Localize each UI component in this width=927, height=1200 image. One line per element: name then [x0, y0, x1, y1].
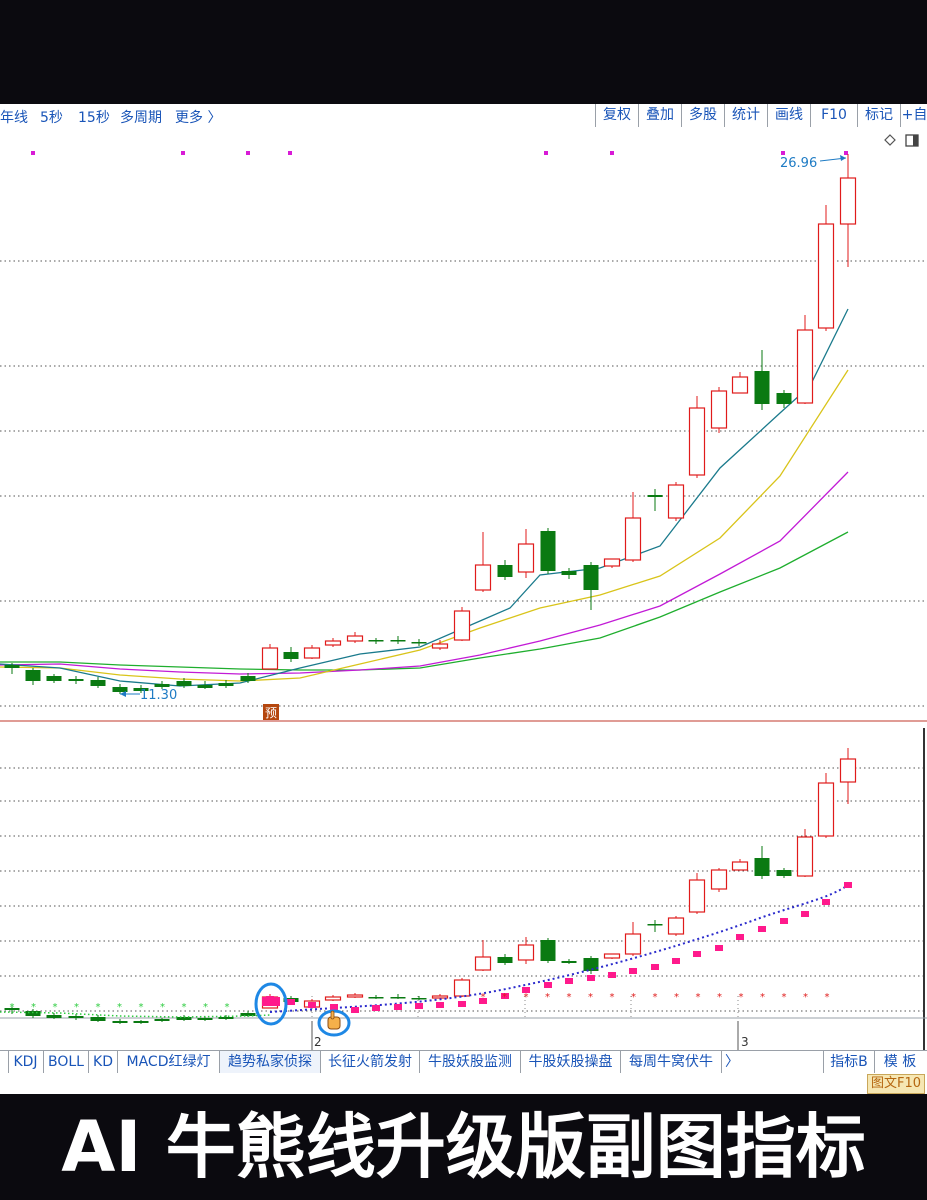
graphic-f10-button[interactable]: 图文F10 [866, 1074, 925, 1094]
svg-text:*: * [825, 992, 830, 1003]
svg-text:*: * [182, 1002, 187, 1013]
svg-text:*: * [160, 1002, 165, 1013]
banner-title: AI 牛熊线升级版副图指标 [61, 1106, 866, 1188]
more-menu[interactable]: 更多 〉 [175, 107, 221, 127]
tab-macd-traffic-light[interactable]: MACD红绿灯 [118, 1051, 220, 1073]
svg-text:*: * [96, 1002, 101, 1013]
add-custom-button[interactable]: +自 [900, 104, 927, 127]
title-banner: AI 牛熊线升级版副图指标 [0, 1094, 927, 1200]
top-black-bar [0, 0, 927, 104]
pre-marker: 预 [263, 704, 279, 720]
svg-text:*: * [139, 1002, 144, 1013]
low-price-label: 11.30 [140, 688, 177, 703]
svg-text:*: * [53, 1002, 58, 1013]
tab-rocket-launch[interactable]: 长征火箭发射 [321, 1051, 420, 1073]
f10-row: 图文F10 [0, 1073, 927, 1094]
svg-text:*: * [524, 992, 529, 1003]
tab-bull-stock-trade[interactable]: 牛股妖股操盘 [521, 1051, 621, 1073]
indicator-b-button[interactable]: 指标B [823, 1051, 875, 1073]
draw-line-button[interactable]: 画线 [767, 104, 810, 127]
period-year[interactable]: 年线 [0, 107, 28, 127]
candlestick-chart[interactable]: * * * * * * * * * * * * * * * * * * * * * * * * * * * * 26.96 11.30… [0, 128, 927, 1050]
multi-stock-button[interactable]: 多股 [681, 104, 724, 127]
svg-text:*: * [567, 992, 572, 1003]
period-15s[interactable]: 15秒 [78, 107, 110, 127]
template-button[interactable]: 模 板 [874, 1051, 926, 1073]
tab-trend-detective[interactable]: 趋势私家侦探 [220, 1051, 321, 1073]
svg-text:*: * [739, 992, 744, 1003]
svg-text:*: * [610, 992, 615, 1003]
svg-text:*: * [481, 992, 486, 1003]
tab-kd[interactable]: KD [89, 1051, 118, 1073]
svg-text:*: * [74, 1002, 79, 1013]
tab-weekly-bull[interactable]: 每周牛窝伏牛 [621, 1051, 722, 1073]
fuquan-button[interactable]: 复权 [595, 104, 638, 127]
svg-text:*: * [782, 992, 787, 1003]
svg-text:*: * [545, 992, 550, 1003]
tab-boll[interactable]: BOLL [44, 1051, 89, 1073]
tab-kdj[interactable]: KDJ [8, 1051, 44, 1073]
pre-marker-label: 预 [265, 706, 277, 720]
mark-button[interactable]: 标记 [857, 104, 900, 127]
period-toolbar: 年线 5秒 15秒 多周期 更多 〉 复权 叠加 多股 统计 画线 F10 标记… [0, 104, 927, 129]
indicator-tabs: KDJ BOLL KD MACD红绿灯 趋势私家侦探 长征火箭发射 牛股妖股监测… [0, 1050, 927, 1074]
svg-text:*: * [674, 992, 679, 1003]
period-5s[interactable]: 5秒 [40, 107, 63, 127]
svg-text:*: * [717, 992, 722, 1003]
high-price-label: 26.96 [780, 156, 817, 171]
svg-text:*: * [10, 1002, 15, 1013]
statistics-button[interactable]: 统计 [724, 104, 767, 127]
svg-text:*: * [117, 1002, 122, 1013]
date-mark-3: 3 [741, 1035, 749, 1049]
svg-text:*: * [31, 1002, 36, 1013]
svg-text:*: * [696, 992, 701, 1003]
date-mark-2: 2 [314, 1035, 322, 1049]
tabs-scroll-right[interactable]: 〉 [722, 1051, 742, 1073]
overlay-button[interactable]: 叠加 [638, 104, 681, 127]
svg-text:*: * [502, 992, 507, 1003]
svg-text:*: * [225, 1002, 230, 1013]
multi-period[interactable]: 多周期 [120, 107, 162, 127]
svg-text:*: * [588, 992, 593, 1003]
svg-text:*: * [203, 1002, 208, 1013]
svg-text:*: * [760, 992, 765, 1003]
f10-button[interactable]: F10 [810, 104, 857, 127]
tab-bull-stock-monitor[interactable]: 牛股妖股监测 [420, 1051, 521, 1073]
svg-text:*: * [631, 992, 636, 1003]
svg-text:*: * [803, 992, 808, 1003]
svg-text:*: * [653, 992, 658, 1003]
